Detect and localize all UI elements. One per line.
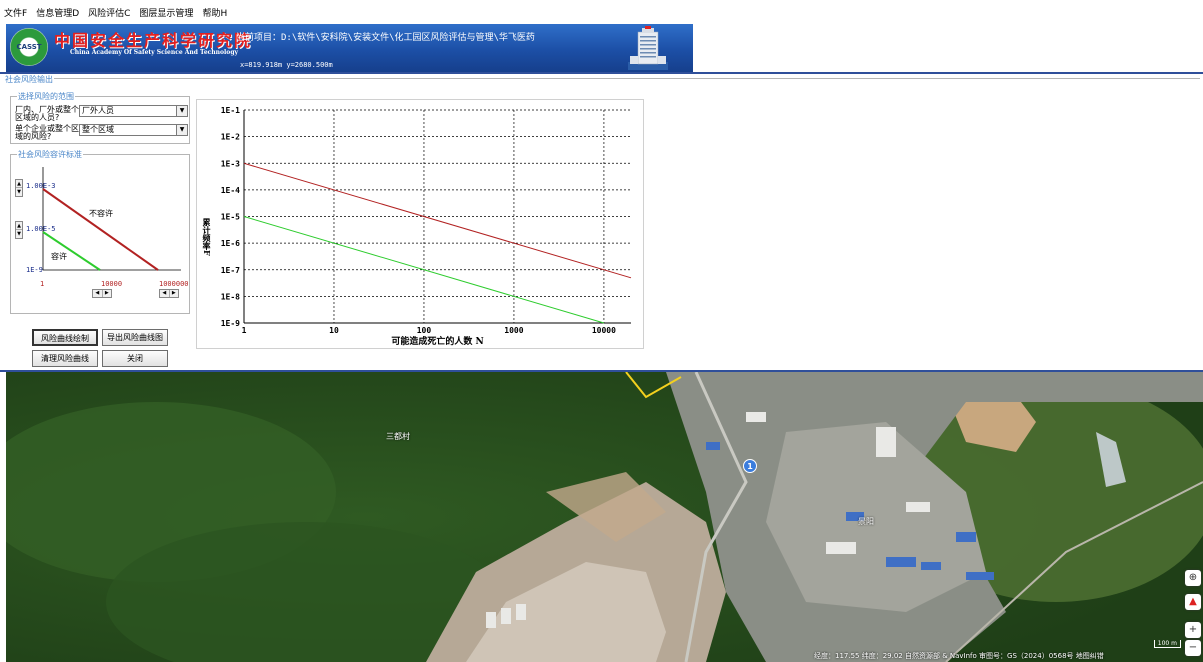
zoom-out-icon[interactable]: − xyxy=(1185,640,1201,656)
compass-icon[interactable]: ▲ xyxy=(1185,594,1201,610)
header-banner: CASST 中国安全生产科学研究院 China Academy Of Safet… xyxy=(6,24,693,72)
y-tick-label: 1E-7 xyxy=(221,266,240,275)
y-tick-label: 1E-6 xyxy=(221,239,240,248)
town-label: 景阳 xyxy=(858,517,874,526)
x-label-1000000: 1000000 xyxy=(159,280,189,288)
map-scale-bar: 100 m xyxy=(1153,640,1181,648)
x-tick-label: 10 xyxy=(329,326,339,335)
area-scope-value: 整个区域 xyxy=(82,125,114,134)
y-min-label: 1E-9 xyxy=(26,266,43,274)
header-divider xyxy=(0,72,1203,74)
personnel-scope-select[interactable]: 厂外人员 ▼ xyxy=(79,105,188,117)
y-tick-label: 1E-3 xyxy=(221,159,240,168)
map-imagery xyxy=(6,372,1203,662)
fn-curve-chart: 1E-1 1E-2 1E-3 1E-4 1E-5 1E-6 1E-7 1E-8 1E-9 1 10 1… xyxy=(196,99,644,349)
x-tick-label: 1000 xyxy=(504,326,523,335)
x-tick-label: 1 xyxy=(242,326,247,335)
menu-risk[interactable]: 风险评估C xyxy=(88,6,130,19)
casst-logo-icon: CASST xyxy=(10,28,48,66)
banner-title-cn: 中国安全生产科学研究院 xyxy=(54,31,253,50)
zone-tolerable-label: 容许 xyxy=(51,251,67,261)
map-marker[interactable]: 1 xyxy=(743,459,757,473)
lower-x-spinner[interactable]: ◀ ▶ xyxy=(92,289,112,298)
draw-curve-button[interactable]: 风险曲线绘制 xyxy=(32,329,98,346)
map-footer: 经度：117.55 纬度：29.02 自然资源部 & NavInfo 审图号：G… xyxy=(814,652,1104,660)
close-button[interactable]: 关闭 xyxy=(102,350,168,367)
spin-left-icon[interactable]: ◀ xyxy=(160,290,170,297)
logo-text: CASST xyxy=(16,43,42,51)
personnel-scope-label: 厂内、厂外或整个区域的人员? xyxy=(15,105,79,122)
area-scope-label: 单个企业或整个区域的风险? xyxy=(15,124,79,141)
current-project-path: 当前项目：D:\软件\安科院\安装文件\化工园区风险评估与管理\华飞医药 xyxy=(236,33,535,43)
risk-range-group: 选择风险的范围 厂内、厂外或整个区域的人员? 厂外人员 ▼ 单个企业或整个区域的… xyxy=(10,91,190,144)
cursor-coords: x=819.918m y=2680.500m xyxy=(240,61,333,69)
range-group-title: 选择风险的范围 xyxy=(17,91,75,102)
area-scope-select[interactable]: 整个区域 ▼ xyxy=(79,124,188,136)
export-curve-button[interactable]: 导出风险曲线图 xyxy=(102,329,168,346)
personnel-scope-value: 厂外人员 xyxy=(82,106,114,115)
tolerance-criteria-group: 社会风险容许标准 ▲ ▼ ▲ ▼ 1.00E-3 1.00E-5 1E-9 不容许 … xyxy=(10,149,190,314)
spin-right-icon[interactable]: ▶ xyxy=(103,290,112,297)
y-axis-label: 累计频率F xyxy=(202,217,212,256)
x-label-10000: 10000 xyxy=(101,280,122,288)
lower-criterion-value: 1.00E-5 xyxy=(26,225,56,233)
chevron-down-icon[interactable]: ▼ xyxy=(176,106,187,116)
menu-help[interactable]: 帮助H xyxy=(202,6,227,19)
y-tick-label: 1E-1 xyxy=(221,106,240,115)
y-tick-label: 1E-9 xyxy=(221,319,240,328)
chevron-down-icon[interactable]: ▼ xyxy=(176,125,187,135)
banner-title-en: China Academy Of Safety Science And Tech… xyxy=(70,49,238,56)
menu-info[interactable]: 信息管理D xyxy=(36,6,79,19)
x-tick-label: 100 xyxy=(417,326,432,335)
x-tick-label: 10000 xyxy=(592,326,616,335)
zone-intolerable-label: 不容许 xyxy=(89,208,113,218)
village-label: 三都村 xyxy=(386,432,410,441)
menu-layers[interactable]: 图层显示管理 xyxy=(139,6,193,19)
y-tick-label: 1E-8 xyxy=(221,292,240,301)
panel-title: 社会风险输出 xyxy=(4,74,54,85)
zoom-in-icon[interactable]: + xyxy=(1185,622,1201,638)
map-layer-icon[interactable]: ⊕ xyxy=(1185,570,1201,586)
upper-criterion-series xyxy=(243,162,632,279)
lower-criterion-line xyxy=(42,231,101,271)
menu-bar: 文件F 信息管理D 风险评估C 图层显示管理 帮助H xyxy=(0,0,1203,24)
upper-criterion-value: 1.00E-3 xyxy=(26,182,56,190)
building-icon xyxy=(628,26,668,70)
spin-left-icon[interactable]: ◀ xyxy=(93,290,103,297)
y-tick-label: 1E-5 xyxy=(221,213,240,222)
upper-x-spinner[interactable]: ◀ ▶ xyxy=(159,289,179,298)
y-tick-label: 1E-4 xyxy=(221,186,240,195)
menu-file[interactable]: 文件F xyxy=(4,6,27,19)
x-axis-label: 可能造成死亡的人数 N xyxy=(391,335,483,347)
y-tick-label: 1E-2 xyxy=(221,133,240,142)
spin-right-icon[interactable]: ▶ xyxy=(170,290,179,297)
satellite-map[interactable]: 三都村 景阳 1 ⊕ ▲ + − 100 m 经度：117.55 纬度：29.0… xyxy=(6,372,1203,662)
x-label-1: 1 xyxy=(40,280,44,288)
fn-curve-svg: 1E-1 1E-2 1E-3 1E-4 1E-5 1E-6 1E-7 1E-8 1E-91 10 1… xyxy=(202,106,632,347)
clear-curve-button[interactable]: 清理风险曲线 xyxy=(32,350,98,367)
tolerance-mini-chart: 1.00E-3 1.00E-5 1E-9 不容许 容许 1 10000 1000… xyxy=(26,167,189,288)
